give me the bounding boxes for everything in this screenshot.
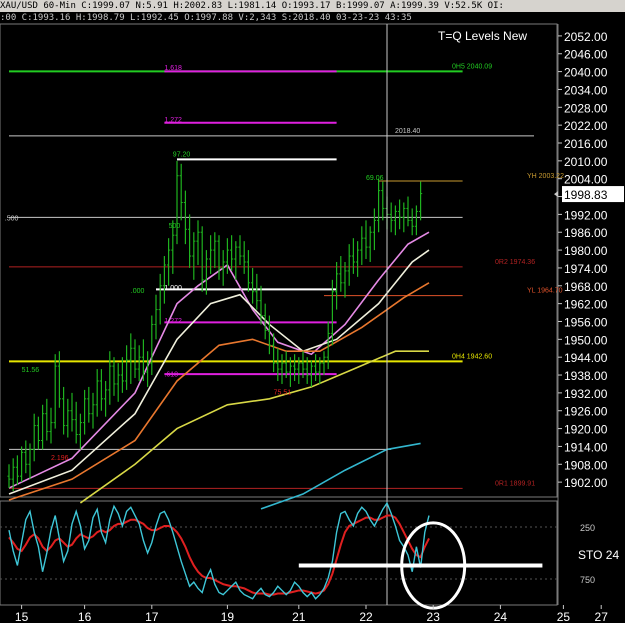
date-tick-label: 19 — [221, 610, 235, 623]
price-tick-label: 2010.00 — [564, 155, 608, 169]
price-tick-label: 1980.00 — [564, 244, 608, 258]
price-tick-label: 2052.00 — [564, 30, 608, 44]
chart-annotation: 51.56 — [22, 367, 40, 374]
price-tick-label: 1992.00 — [564, 208, 608, 222]
chart-annotation: .500 — [5, 215, 19, 222]
date-tick-label: 15 — [15, 610, 29, 623]
price-tick-label: 2040.00 — [564, 66, 608, 80]
level-label: 0R2 1974.36 — [495, 259, 535, 266]
chart-annotation: 69.06 — [366, 175, 384, 182]
oscillator-label: STO 24 — [578, 548, 619, 562]
chart-annotation: 1.618 — [164, 65, 182, 72]
price-tick-label: 1956.00 — [564, 315, 608, 329]
chart-window: XAU/USD 60-Min C:1999.07 N:5.91 H:2002.8… — [0, 0, 625, 623]
price-tick-label: 1986.00 — [564, 226, 608, 240]
chart-annotation: .618 — [164, 372, 178, 379]
price-tick-label: 2028.00 — [564, 101, 608, 115]
moving-average-line — [260, 442, 421, 510]
price-tick-label: 1974.00 — [564, 262, 608, 276]
date-tick-label: 21 — [292, 610, 306, 623]
chart-annotation: 1.272 — [164, 117, 182, 124]
chart-annotation: 2.196 — [51, 455, 69, 462]
price-tick-label: 1962.00 — [564, 298, 608, 312]
chart-annotation: 97.20 — [173, 151, 191, 158]
price-tick-label: 1968.00 — [564, 280, 608, 294]
price-tick-label: 2004.00 — [564, 173, 608, 187]
level-label: 0H4 1942.60 — [452, 353, 492, 360]
price-tick-label: 2046.00 — [564, 48, 608, 62]
last-price-pointer-icon — [554, 191, 558, 198]
date-tick-label: 17 — [145, 610, 159, 623]
chart-annotation: 1.272 — [164, 318, 182, 325]
oscillator-tick-label: 750 — [580, 575, 595, 585]
price-tick-label: 2034.00 — [564, 83, 608, 97]
level-label: YL 1964.70 — [527, 288, 563, 295]
price-panel-frame — [0, 23, 558, 498]
last-price-label: 1998.83 — [564, 188, 608, 202]
price-tick-label: 1908.00 — [564, 458, 608, 472]
oscillator-tick-label: 250 — [580, 523, 595, 533]
price-tick-label: 1938.00 — [564, 369, 608, 383]
price-chart[interactable]: T=Q Levels New0H5 2040.09YH 2003.220R2 1… — [0, 0, 625, 623]
price-tick-label: 1950.00 — [564, 333, 608, 347]
date-tick-label: 22 — [359, 610, 373, 623]
chart-annotation: 500 — [169, 223, 181, 230]
level-label: 0R1 1899.91 — [495, 480, 535, 487]
oscillator-panel-frame — [0, 500, 558, 606]
date-tick-label: 23 — [427, 610, 441, 623]
price-tick-label: 1920.00 — [564, 423, 608, 437]
price-tick-label: 1914.00 — [564, 440, 608, 454]
level-label: 0H5 2040.09 — [452, 63, 492, 70]
chart-annotation: 75.51 — [274, 389, 292, 396]
chart-annotation: .000 — [131, 288, 145, 295]
price-tick-label: 1926.00 — [564, 405, 608, 419]
date-tick-label: 25 — [557, 610, 571, 623]
level-label: 2018.40 — [395, 128, 420, 135]
date-tick-label: 24 — [494, 610, 508, 623]
price-tick-label: 1902.00 — [564, 476, 608, 490]
price-tick-label: 1944.00 — [564, 351, 608, 365]
chart-title: T=Q Levels New — [438, 29, 527, 43]
date-tick-label: 16 — [78, 610, 92, 623]
price-tick-label: 2016.00 — [564, 137, 608, 151]
price-tick-label: 1932.00 — [564, 387, 608, 401]
chart-annotation: 1.000 — [164, 285, 182, 292]
price-tick-label: 2022.00 — [564, 119, 608, 133]
date-tick-label: 27 — [595, 610, 609, 623]
